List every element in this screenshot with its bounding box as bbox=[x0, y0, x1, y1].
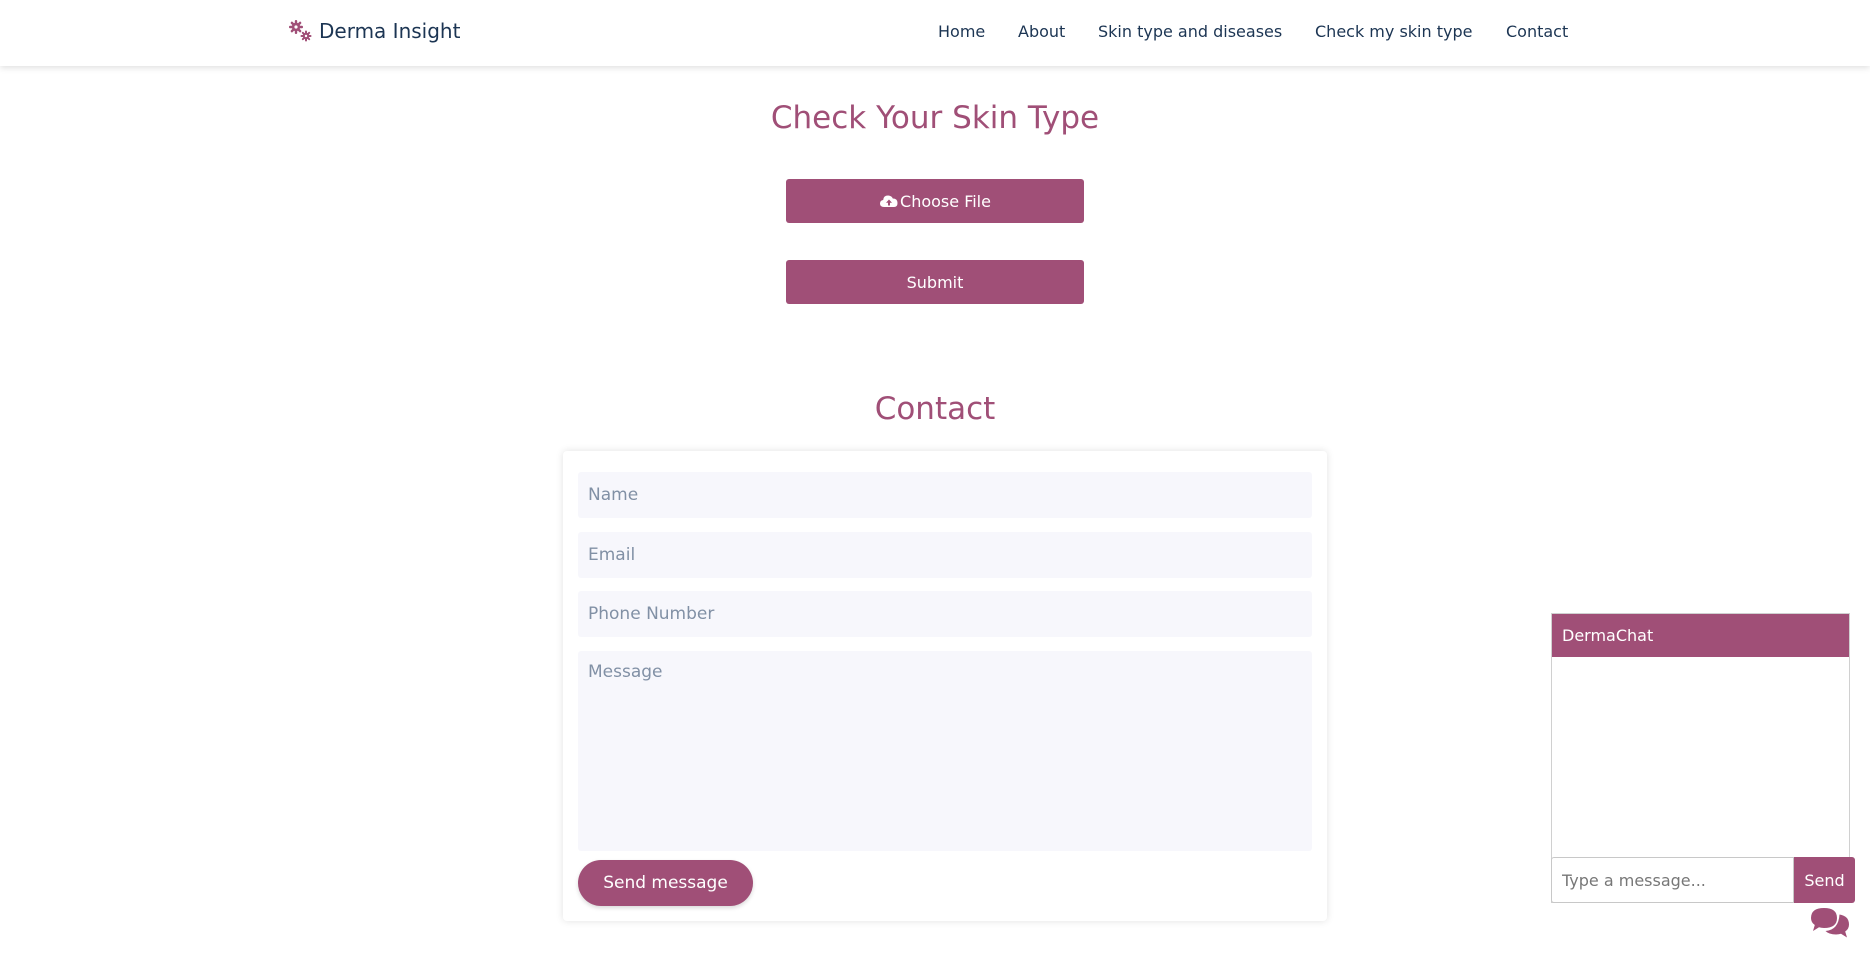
gears-icon bbox=[289, 20, 312, 42]
phone-field[interactable] bbox=[578, 591, 1312, 637]
chat-input[interactable] bbox=[1551, 857, 1794, 903]
chat-widget: DermaChat Send bbox=[1551, 613, 1855, 903]
chat-send-button[interactable]: Send bbox=[1794, 857, 1855, 903]
cloud-upload-icon bbox=[880, 195, 898, 207]
navbar: Derma Insight Home About Skin type and d… bbox=[0, 0, 1870, 66]
chat-header: DermaChat bbox=[1552, 614, 1849, 657]
brand[interactable]: Derma Insight bbox=[287, 18, 460, 44]
nav-skin-type-and-diseases[interactable]: Skin type and diseases bbox=[1098, 22, 1282, 41]
submit-button[interactable]: Submit bbox=[786, 260, 1084, 304]
nav-about[interactable]: About bbox=[1018, 22, 1065, 41]
chat-bubbles-icon[interactable] bbox=[1808, 902, 1852, 942]
choose-file-button[interactable]: Choose File bbox=[786, 179, 1084, 223]
send-message-button[interactable]: Send message bbox=[578, 860, 753, 906]
brand-name: Derma Insight bbox=[319, 19, 461, 43]
nav-contact[interactable]: Contact bbox=[1506, 22, 1568, 41]
email-field[interactable] bbox=[578, 532, 1312, 578]
skin-check-title: Check Your Skin Type bbox=[770, 100, 1100, 136]
name-field[interactable] bbox=[578, 472, 1312, 518]
nav-check-my-skin-type[interactable]: Check my skin type bbox=[1315, 22, 1472, 41]
contact-form: Send message bbox=[563, 451, 1327, 921]
contact-title: Contact bbox=[874, 391, 996, 427]
message-field[interactable] bbox=[578, 651, 1312, 851]
nav-home[interactable]: Home bbox=[938, 22, 985, 41]
chat-messages bbox=[1552, 657, 1849, 857]
choose-file-label: Choose File bbox=[900, 191, 991, 211]
